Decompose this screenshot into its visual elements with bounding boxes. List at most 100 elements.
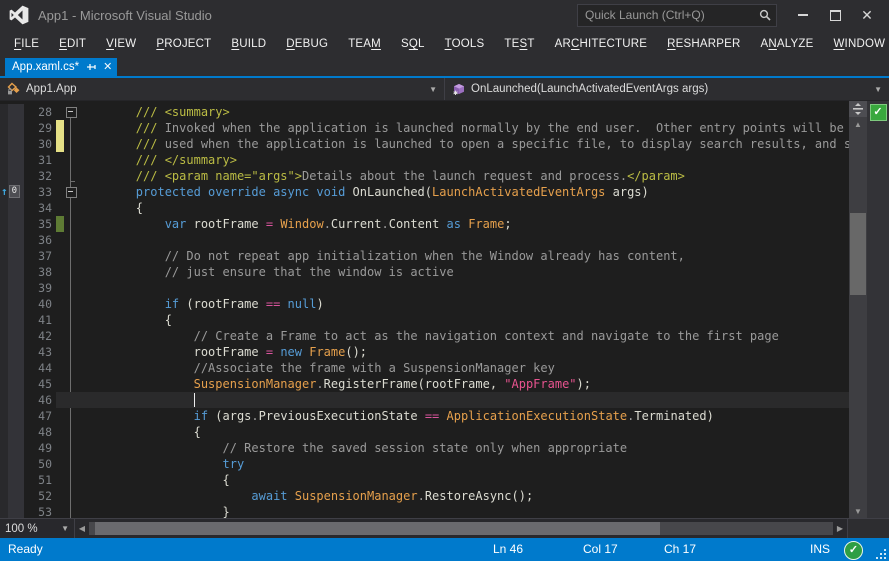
- horizontal-scroll-track[interactable]: [89, 522, 833, 535]
- code-line-44[interactable]: 44 //Associate the frame with a Suspensi…: [0, 360, 849, 376]
- collapse-region-button[interactable]: [66, 187, 77, 198]
- menu-item-project[interactable]: PROJECT: [146, 38, 221, 50]
- code-line-46[interactable]: 46: [0, 392, 849, 408]
- code-line-30[interactable]: 30 /// used when the application is laun…: [0, 136, 849, 152]
- scroll-down-arrow[interactable]: ▼: [849, 504, 867, 518]
- vertical-scroll-thumb[interactable]: [850, 213, 866, 295]
- code-text[interactable]: {: [78, 312, 849, 328]
- code-text[interactable]: [78, 392, 849, 408]
- scroll-left-arrow[interactable]: ◀: [75, 519, 89, 538]
- member-dropdown[interactable]: ✱ OnLaunched(LaunchActivatedEventArgs ar…: [444, 78, 889, 100]
- vertical-scroll-track[interactable]: [849, 131, 867, 504]
- breakpoint-margin[interactable]: [0, 328, 8, 344]
- breakpoint-margin[interactable]: [0, 408, 8, 424]
- code-text[interactable]: {: [78, 472, 849, 488]
- code-text[interactable]: [78, 280, 849, 296]
- minimize-button[interactable]: [787, 1, 819, 29]
- code-text[interactable]: [78, 232, 849, 248]
- code-line-48[interactable]: 48 {: [0, 424, 849, 440]
- code-line-52[interactable]: 52 await SuspensionManager.RestoreAsync(…: [0, 488, 849, 504]
- code-line-40[interactable]: 40 if (rootFrame == null): [0, 296, 849, 312]
- breakpoint-margin[interactable]: [0, 232, 8, 248]
- breakpoint-margin[interactable]: [0, 504, 8, 518]
- quick-launch-input[interactable]: Quick Launch (Ctrl+Q): [577, 4, 777, 27]
- breakpoint-margin[interactable]: [0, 312, 8, 328]
- code-text[interactable]: try: [78, 456, 849, 472]
- code-line-36[interactable]: 36: [0, 232, 849, 248]
- menu-item-sql[interactable]: SQL: [391, 38, 435, 50]
- code-text[interactable]: protected override async void OnLaunched…: [78, 184, 849, 200]
- menu-item-edit[interactable]: EDIT: [49, 38, 96, 50]
- code-text[interactable]: // Restore the saved session state only …: [78, 440, 849, 456]
- menu-item-build[interactable]: BUILD: [221, 38, 276, 50]
- breakpoint-margin[interactable]: [0, 376, 8, 392]
- code-line-38[interactable]: 38 // just ensure that the window is act…: [0, 264, 849, 280]
- breakpoint-margin[interactable]: [0, 344, 8, 360]
- code-text[interactable]: //Associate the frame with a SuspensionM…: [78, 360, 849, 376]
- code-line-37[interactable]: 37 // Do not repeat app initialization w…: [0, 248, 849, 264]
- code-line-50[interactable]: 50 try: [0, 456, 849, 472]
- code-line-28[interactable]: 28 /// <summary>: [0, 104, 849, 120]
- menu-item-team[interactable]: TEAM: [338, 38, 391, 50]
- code-line-31[interactable]: 31 /// </summary>: [0, 152, 849, 168]
- menu-item-window[interactable]: WINDOW: [823, 38, 889, 50]
- editor-text-area[interactable]: 28 /// <summary>29 /// Invoked when the …: [0, 101, 849, 518]
- zoom-selector[interactable]: 100 % ▼: [0, 519, 75, 538]
- scroll-right-arrow[interactable]: ▶: [833, 519, 847, 538]
- breakpoint-margin[interactable]: [0, 264, 8, 280]
- maximize-button[interactable]: [819, 1, 851, 29]
- usages-indicator[interactable]: ↑0: [1, 185, 20, 198]
- code-text[interactable]: if (rootFrame == null): [78, 296, 849, 312]
- collapse-region-button[interactable]: [66, 107, 77, 118]
- scroll-up-arrow[interactable]: ▲: [849, 117, 867, 131]
- code-text[interactable]: // Do not repeat app initialization when…: [78, 248, 849, 264]
- menu-item-debug[interactable]: DEBUG: [276, 38, 338, 50]
- code-text[interactable]: /// </summary>: [78, 152, 849, 168]
- breakpoint-margin[interactable]: [0, 248, 8, 264]
- vertical-scrollbar[interactable]: ▲ ▼: [849, 101, 867, 518]
- breakpoint-margin[interactable]: [0, 152, 8, 168]
- pin-icon[interactable]: [86, 61, 96, 74]
- type-dropdown[interactable]: App1.App ▼: [0, 78, 444, 100]
- file-status-ok-icon[interactable]: ✓: [870, 104, 887, 121]
- breakpoint-margin[interactable]: [0, 200, 8, 216]
- code-line-45[interactable]: 45 SuspensionManager.RegisterFrame(rootF…: [0, 376, 849, 392]
- code-text[interactable]: }: [78, 504, 849, 518]
- code-line-29[interactable]: 29 /// Invoked when the application is l…: [0, 120, 849, 136]
- breakpoint-margin[interactable]: [0, 104, 8, 120]
- code-line-39[interactable]: 39: [0, 280, 849, 296]
- code-text[interactable]: var rootFrame = Window.Current.Content a…: [78, 216, 849, 232]
- code-line-33[interactable]: ↑033 protected override async void OnLau…: [0, 184, 849, 200]
- breakpoint-margin[interactable]: [0, 392, 8, 408]
- split-window-handle[interactable]: [849, 101, 867, 117]
- breakpoint-margin[interactable]: [0, 216, 8, 232]
- code-line-41[interactable]: 41 {: [0, 312, 849, 328]
- menu-item-tools[interactable]: TOOLS: [435, 38, 495, 50]
- breakpoint-margin[interactable]: [0, 488, 8, 504]
- code-line-47[interactable]: 47 if (args.PreviousExecutionState == Ap…: [0, 408, 849, 424]
- close-icon[interactable]: ✕: [103, 62, 112, 73]
- code-text[interactable]: {: [78, 200, 849, 216]
- code-line-43[interactable]: 43 rootFrame = new Frame();: [0, 344, 849, 360]
- code-text[interactable]: SuspensionManager.RegisterFrame(rootFram…: [78, 376, 849, 392]
- menu-item-view[interactable]: VIEW: [96, 38, 146, 50]
- breakpoint-margin[interactable]: [0, 440, 8, 456]
- resize-grip[interactable]: [876, 549, 887, 560]
- search-icon[interactable]: [754, 9, 776, 21]
- menu-item-test[interactable]: TEST: [494, 38, 544, 50]
- menu-item-resharper[interactable]: RESHARPER: [657, 38, 750, 50]
- code-text[interactable]: /// <summary>: [78, 104, 849, 120]
- breakpoint-margin[interactable]: [0, 168, 8, 184]
- code-line-32[interactable]: 32 /// <param name="args">Details about …: [0, 168, 849, 184]
- code-text[interactable]: /// <param name="args">Details about the…: [78, 168, 849, 184]
- code-line-51[interactable]: 51 {: [0, 472, 849, 488]
- breakpoint-margin[interactable]: [0, 120, 8, 136]
- code-line-35[interactable]: 35 var rootFrame = Window.Current.Conten…: [0, 216, 849, 232]
- breakpoint-margin[interactable]: [0, 456, 8, 472]
- code-line-34[interactable]: 34 {: [0, 200, 849, 216]
- breakpoint-margin[interactable]: [0, 280, 8, 296]
- menu-item-analyze[interactable]: ANALYZE: [751, 38, 824, 50]
- code-text[interactable]: await SuspensionManager.RestoreAsync();: [78, 488, 849, 504]
- code-text[interactable]: // just ensure that the window is active: [78, 264, 849, 280]
- code-text[interactable]: rootFrame = new Frame();: [78, 344, 849, 360]
